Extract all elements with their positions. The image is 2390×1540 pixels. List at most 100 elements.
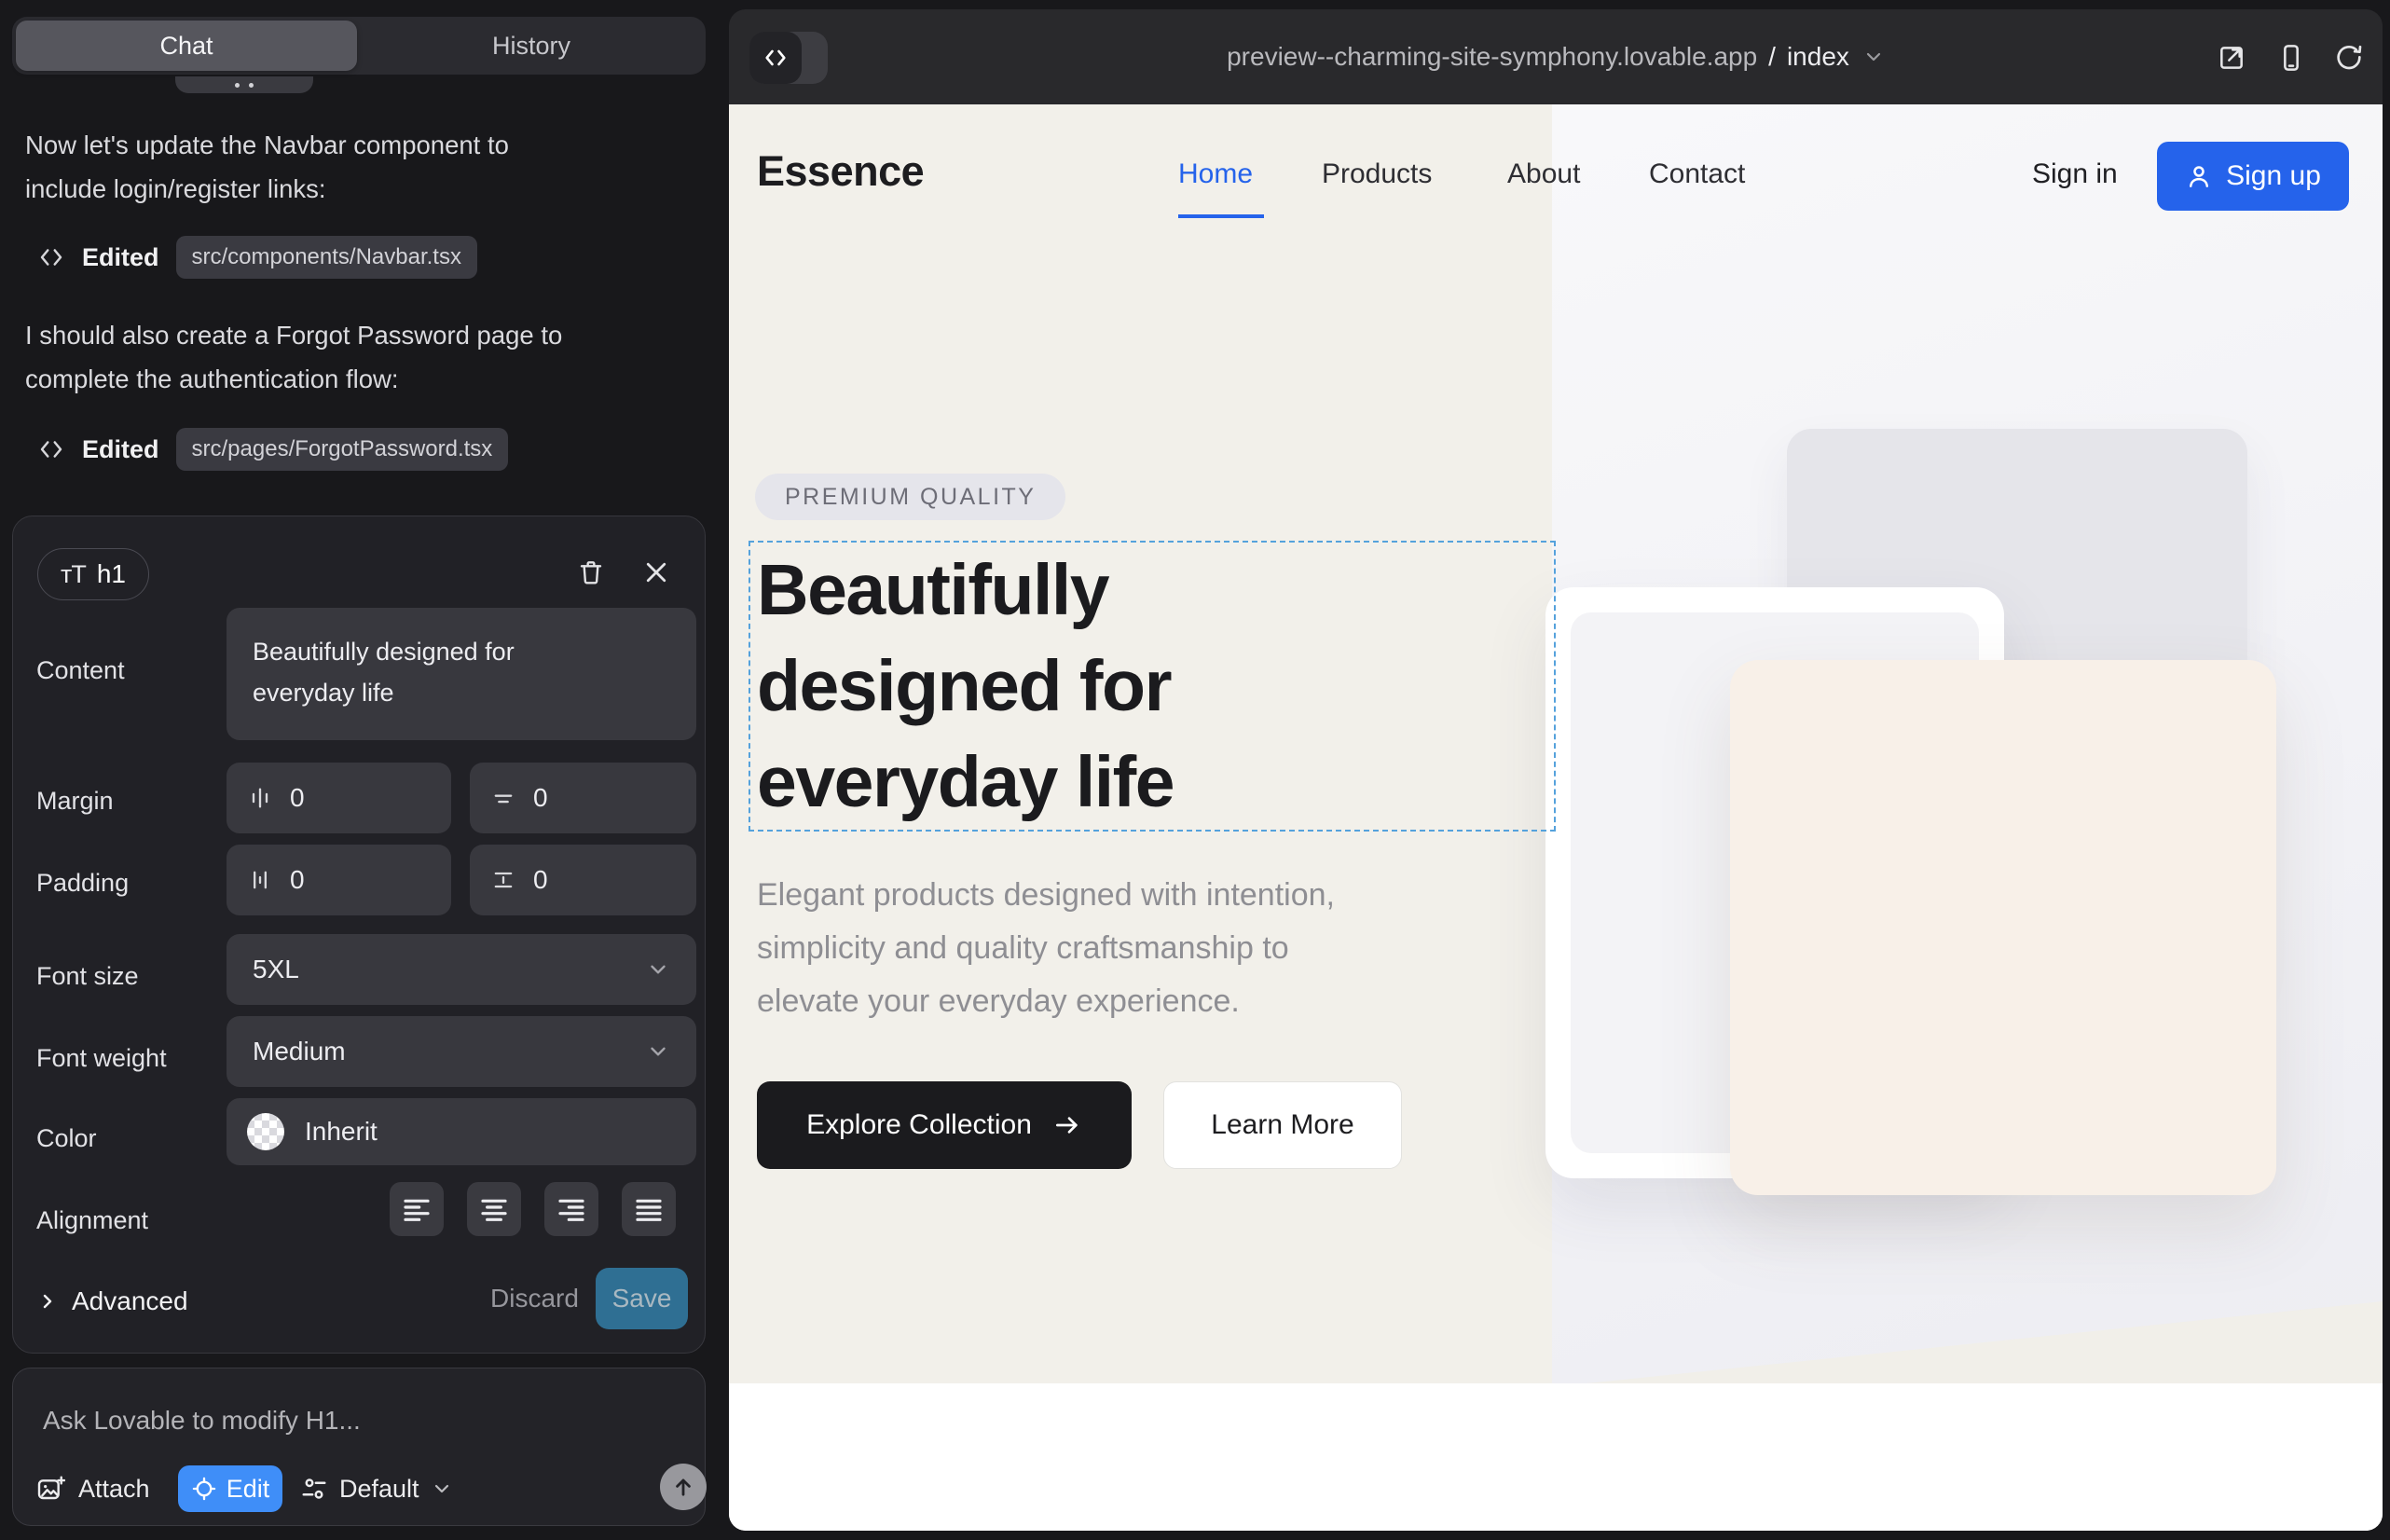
- edited-label: Edited: [82, 243, 159, 272]
- sign-up-label: Sign up: [2226, 160, 2321, 192]
- code-icon: [37, 243, 65, 271]
- edited-label: Edited: [82, 435, 159, 464]
- sign-up-button[interactable]: Sign up: [2157, 142, 2349, 211]
- discard-label: Discard: [490, 1284, 579, 1313]
- align-left-button[interactable]: [390, 1182, 444, 1236]
- color-field-label: Color: [36, 1124, 97, 1153]
- padding-vertical-icon: [490, 867, 516, 893]
- code-icon: [37, 435, 65, 463]
- font-weight-select[interactable]: Medium: [227, 1016, 696, 1087]
- composer-input[interactable]: Ask Lovable to modify H1...: [43, 1406, 361, 1436]
- hero-paragraph: Elegant products designed with intention…: [757, 869, 1531, 1028]
- discard-button[interactable]: Discard: [477, 1268, 592, 1329]
- attach-button[interactable]: Attach: [35, 1465, 150, 1512]
- content-textarea[interactable]: Beautifully designed for everyday life: [227, 608, 696, 740]
- refresh-button[interactable]: [2332, 41, 2366, 75]
- url-bar[interactable]: preview--charming-site-symphony.lovable.…: [729, 9, 2383, 104]
- target-edit-icon: [191, 1476, 217, 1502]
- learn-more-button[interactable]: Learn More: [1163, 1081, 1402, 1169]
- margin-x-value: 0: [290, 783, 305, 813]
- chevron-down-icon: [431, 1478, 453, 1500]
- edited-file-chip[interactable]: src/components/Navbar.tsx: [176, 236, 477, 279]
- align-right-button[interactable]: [544, 1182, 598, 1236]
- chat-message: Now let's update the Navbar component to…: [25, 123, 691, 211]
- edited-file-chip[interactable]: src/pages/ForgotPassword.tsx: [176, 428, 509, 471]
- url-separator: /: [1768, 42, 1776, 72]
- typography-icon: тT: [61, 560, 86, 589]
- chevron-right-icon: [36, 1290, 59, 1313]
- delete-element-button[interactable]: [570, 552, 611, 593]
- attach-image-icon: [35, 1474, 65, 1504]
- model-mode-dropdown[interactable]: Default: [300, 1465, 453, 1512]
- align-justify-button[interactable]: [622, 1182, 676, 1236]
- padding-x-value: 0: [290, 865, 305, 895]
- padding-x-input[interactable]: 0: [227, 845, 451, 915]
- save-label: Save: [612, 1284, 672, 1313]
- nav-link-about[interactable]: About: [1507, 158, 1580, 190]
- close-inspector-button[interactable]: [636, 552, 677, 593]
- save-button[interactable]: Save: [596, 1268, 688, 1329]
- font-size-value: 5XL: [253, 955, 299, 984]
- explore-collection-button[interactable]: Explore Collection: [757, 1081, 1132, 1169]
- color-value: Inherit: [305, 1117, 378, 1147]
- decor-card-cream: [1730, 660, 2276, 1195]
- font-size-field-label: Font size: [36, 962, 139, 991]
- chevron-down-icon: [646, 957, 670, 982]
- url-domain: preview--charming-site-symphony.lovable.…: [1227, 42, 1757, 72]
- tab-chat-label: Chat: [159, 32, 213, 61]
- site-logo[interactable]: Essence: [757, 147, 924, 196]
- chat-history-tabs: Chat History: [12, 17, 706, 75]
- site-canvas: Essence Home Products About Contact Sign…: [729, 104, 2383, 1531]
- font-weight-value: Medium: [253, 1037, 346, 1066]
- tab-chat[interactable]: Chat: [16, 21, 357, 71]
- attach-label: Attach: [78, 1475, 150, 1504]
- margin-x-input[interactable]: 0: [227, 763, 451, 833]
- nav-home-active-underline: [1178, 214, 1264, 218]
- alignment-field-label: Alignment: [36, 1206, 148, 1235]
- margin-y-value: 0: [533, 783, 548, 813]
- sign-in-link[interactable]: Sign in: [2032, 158, 2118, 190]
- mobile-view-button[interactable]: [2274, 41, 2308, 75]
- tab-history[interactable]: History: [361, 21, 702, 71]
- padding-field-label: Padding: [36, 869, 129, 898]
- color-swatch[interactable]: [247, 1113, 284, 1150]
- align-center-button[interactable]: [467, 1182, 521, 1236]
- advanced-label: Advanced: [72, 1286, 188, 1316]
- font-size-select[interactable]: 5XL: [227, 934, 696, 1005]
- model-mode-label: Default: [339, 1475, 419, 1504]
- chevron-down-icon: [1862, 46, 1885, 68]
- content-field-label: Content: [36, 656, 125, 685]
- external-link-icon: [2217, 43, 2246, 73]
- tab-history-label: History: [492, 32, 570, 61]
- align-left-icon: [402, 1194, 432, 1224]
- mobile-phone-icon: [2276, 43, 2306, 73]
- chat-message: I should also create a Forgot Password p…: [25, 313, 691, 401]
- code-icon: [749, 32, 802, 84]
- open-in-new-tab-button[interactable]: [2215, 41, 2248, 75]
- nav-link-home[interactable]: Home: [1178, 158, 1253, 190]
- send-button[interactable]: [660, 1464, 707, 1510]
- margin-y-input[interactable]: 0: [470, 763, 696, 833]
- align-center-icon: [479, 1194, 509, 1224]
- nav-link-contact[interactable]: Contact: [1649, 158, 1745, 190]
- selected-element-tag[interactable]: тT h1: [37, 548, 149, 600]
- advanced-toggle[interactable]: Advanced: [36, 1286, 188, 1316]
- nav-link-products[interactable]: Products: [1322, 158, 1432, 190]
- hero-heading[interactable]: Beautifully designed for everyday life: [757, 543, 1428, 831]
- color-input[interactable]: Inherit: [227, 1098, 696, 1165]
- code-view-toggle[interactable]: [749, 32, 828, 84]
- sliders-icon: [300, 1475, 328, 1503]
- margin-horizontal-icon: [247, 785, 273, 811]
- trash-icon: [576, 557, 606, 587]
- edited-file-row[interactable]: Edited src/components/Navbar.tsx: [37, 233, 477, 282]
- font-weight-field-label: Font weight: [36, 1044, 167, 1073]
- edit-mode-label: Edit: [227, 1475, 270, 1504]
- premium-quality-badge: PREMIUM QUALITY: [755, 474, 1065, 520]
- refresh-icon: [2334, 43, 2364, 73]
- align-justify-icon: [634, 1194, 664, 1224]
- element-tag-label: h1: [97, 559, 126, 589]
- padding-y-input[interactable]: 0: [470, 845, 696, 915]
- align-right-icon: [556, 1194, 586, 1224]
- edit-mode-button[interactable]: Edit: [178, 1465, 282, 1512]
- edited-file-row[interactable]: Edited src/pages/ForgotPassword.tsx: [37, 425, 508, 474]
